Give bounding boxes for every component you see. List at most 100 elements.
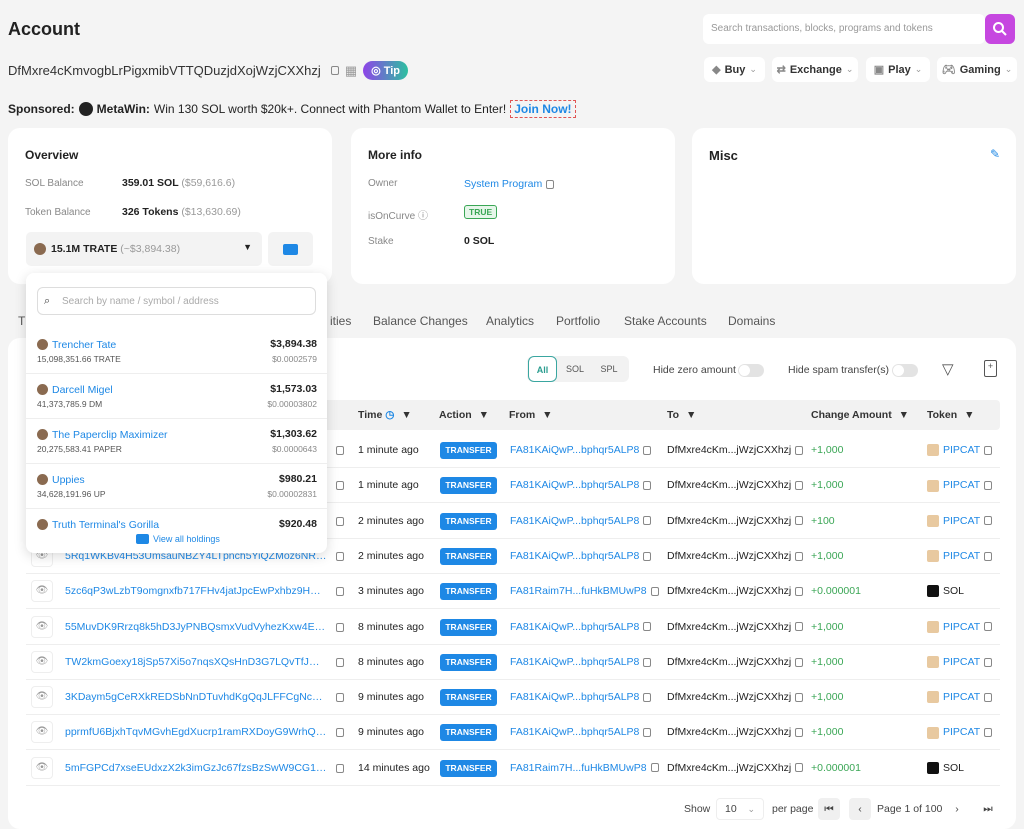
tab-portfolio[interactable]: Portfolio [556, 314, 600, 328]
signature-link[interactable]: TW2kmGoexy18jSp57Xi5o7nqsXQsHnD3G7LQvTfJ… [65, 656, 327, 668]
from-link[interactable]: FA81Raim7H...fuHkBMUwP8 [510, 762, 659, 774]
from-link[interactable]: FA81KAiQwP...bphqr5ALP8 [510, 444, 652, 456]
chevron-down-icon: ⌄ [845, 64, 854, 74]
tip-button[interactable]: ◎ Tip [363, 61, 409, 80]
copy-icon[interactable] [336, 587, 344, 597]
copy-icon[interactable] [330, 66, 339, 75]
segment-spl[interactable]: SPL [594, 356, 624, 382]
from-link[interactable]: FA81KAiQwP...bphqr5ALP8 [510, 656, 652, 668]
eye-icon[interactable]: 👁︎ [31, 580, 53, 603]
eye-icon[interactable]: 👁︎ [31, 615, 53, 638]
token-link[interactable]: SOL [927, 762, 964, 774]
eye-icon[interactable]: 👁︎ [31, 650, 53, 673]
signature-link[interactable]: pprmfU6BjxhTqvMGvhEgdXucrp1ramRXDoyG9Wrh… [65, 726, 327, 738]
hide-spam-toggle[interactable] [892, 364, 918, 377]
holdings-search-input[interactable]: Search by name / symbol / address [37, 287, 316, 315]
token-link[interactable]: PIPCAT [927, 621, 993, 633]
to-address[interactable]: DfMxre4cKm...jWzjCXXhzj [667, 585, 804, 597]
next-page-button[interactable]: › [946, 798, 968, 820]
first-page-button[interactable]: ⏮ [818, 798, 840, 820]
tab-activities[interactable]: ities [330, 314, 351, 328]
from-link[interactable]: FA81KAiQwP...bphqr5ALP8 [510, 479, 652, 491]
from-link[interactable]: FA81KAiQwP...bphqr5ALP8 [510, 515, 652, 527]
column-filter-icon[interactable]: ▼ [899, 409, 909, 421]
hide-zero-toggle[interactable] [738, 364, 764, 377]
nav-play-button[interactable]: ▣ Play ⌄ [866, 57, 930, 82]
to-address[interactable]: DfMxre4cKm...jWzjCXXhzj [667, 656, 804, 668]
nav-gaming-button[interactable]: 🎮︎ Gaming ⌄ [937, 57, 1017, 82]
token-link[interactable]: PIPCAT [927, 656, 993, 669]
to-address[interactable]: DfMxre4cKm...jWzjCXXhzj [667, 444, 804, 456]
owner-link[interactable]: System Program [464, 178, 555, 190]
column-filter-icon[interactable]: ▼ [964, 409, 974, 421]
to-address[interactable]: DfMxre4cKm...jWzjCXXhzj [667, 515, 804, 527]
global-search-input[interactable]: Search transactions, blocks, programs an… [703, 14, 985, 44]
from-link[interactable]: FA81Raim7H...fuHkBMUwP8 [510, 585, 659, 597]
nav-buy-button[interactable]: ◆ Buy ⌄ [704, 57, 765, 82]
signature-link[interactable]: 55MuvDK9Rrzq8k5hD3JyPNBQsmxVudVyhezKxw4E… [65, 621, 327, 633]
from-link[interactable]: FA81KAiQwP...bphqr5ALP8 [510, 726, 652, 738]
join-now-link[interactable]: Join Now! [510, 100, 576, 118]
token-link[interactable]: SOL [927, 585, 964, 598]
to-address[interactable]: DfMxre4cKm...jWzjCXXhzj [667, 479, 804, 491]
qr-code-icon[interactable]: ▦ [345, 63, 357, 79]
copy-icon[interactable] [336, 657, 344, 667]
copy-icon[interactable] [336, 622, 344, 632]
token-link[interactable]: PIPCAT [927, 726, 993, 739]
edit-icon[interactable]: ✎ [990, 147, 1000, 161]
copy-icon[interactable] [336, 516, 344, 526]
holding-item[interactable]: Truth Terminal's Gorilla $920.48 [26, 509, 327, 531]
filter-icon[interactable]: ▽ [942, 360, 954, 378]
copy-icon[interactable] [336, 763, 344, 773]
search-button[interactable] [985, 14, 1015, 44]
copy-icon[interactable] [336, 551, 344, 561]
prev-page-button[interactable]: ‹ [849, 798, 871, 820]
column-filter-icon[interactable]: ▼ [479, 409, 489, 421]
last-page-button[interactable]: ⏭ [977, 798, 999, 820]
token-link[interactable]: PIPCAT [927, 444, 993, 457]
token-link[interactable]: PIPCAT [927, 550, 993, 563]
token-select-dropdown[interactable]: 15.1M TRATE (~$3,894.38) ▼ [26, 232, 262, 266]
export-csv-icon[interactable]: + [984, 360, 997, 377]
copy-icon[interactable] [336, 481, 344, 491]
tab-analytics[interactable]: Analytics [486, 314, 534, 328]
tab-stake-accounts[interactable]: Stake Accounts [624, 314, 707, 328]
holding-item[interactable]: Uppies 34,628,191.96 UP $980.21 $0.00002… [26, 464, 327, 509]
eye-icon[interactable]: 👁︎ [31, 686, 53, 709]
to-address[interactable]: DfMxre4cKm...jWzjCXXhzj [667, 550, 804, 562]
copy-icon[interactable] [336, 693, 344, 703]
holding-item[interactable]: The Paperclip Maximizer 20,275,583.41 PA… [26, 419, 327, 464]
column-filter-icon[interactable]: ▼ [401, 409, 411, 421]
signature-link[interactable]: 5mFGPCd7xseEUdxzX2k3imGzJc67fzsBzSwW9CG1… [65, 762, 327, 774]
column-filter-icon[interactable]: ▼ [686, 409, 696, 421]
signature-link[interactable]: 3KDaym5gCeRXkREDSbNnDTuvhdKgQqJLFFCgNcMb… [65, 691, 327, 703]
signature-link[interactable]: 5zc6qP3wLzbT9omgnxfb717FHv4jatJpcEwPxhbz… [65, 585, 327, 597]
segment-all[interactable]: All [528, 356, 557, 382]
holding-item[interactable]: Trencher Tate 15,098,351.66 TRATE $3,894… [26, 329, 327, 374]
tab-balance-changes[interactable]: Balance Changes [373, 314, 468, 328]
copy-icon[interactable] [336, 446, 344, 455]
segment-sol[interactable]: SOL [560, 356, 590, 382]
column-filter-icon[interactable]: ▼ [542, 409, 552, 421]
tab-domains[interactable]: Domains [728, 314, 775, 328]
from-link[interactable]: FA81KAiQwP...bphqr5ALP8 [510, 621, 652, 633]
to-address[interactable]: DfMxre4cKm...jWzjCXXhzj [667, 762, 804, 774]
from-link[interactable]: FA81KAiQwP...bphqr5ALP8 [510, 691, 652, 703]
to-address[interactable]: DfMxre4cKm...jWzjCXXhzj [667, 691, 804, 703]
token-link[interactable]: PIPCAT [927, 691, 993, 704]
tab-first[interactable]: T [18, 314, 25, 328]
exchange-icon: ⇄ [776, 64, 786, 76]
holding-item[interactable]: Darcell Migel 41,373,785.9 DM $1,573.03 … [26, 374, 327, 419]
view-all-holdings-link[interactable]: View all holdings [136, 534, 220, 544]
eye-icon[interactable]: 👁︎ [31, 721, 53, 744]
to-address[interactable]: DfMxre4cKm...jWzjCXXhzj [667, 621, 804, 633]
token-link[interactable]: PIPCAT [927, 515, 993, 527]
nav-exchange-button[interactable]: ⇄ Exchange ⌄ [772, 57, 858, 82]
from-link[interactable]: FA81KAiQwP...bphqr5ALP8 [510, 550, 652, 562]
copy-icon[interactable] [336, 728, 344, 738]
eye-icon[interactable]: 👁︎ [31, 756, 53, 779]
wallet-button[interactable] [268, 232, 313, 266]
token-link[interactable]: PIPCAT [927, 479, 993, 492]
to-address[interactable]: DfMxre4cKm...jWzjCXXhzj [667, 726, 804, 738]
per-page-select[interactable]: 10 ⌄ [716, 798, 764, 820]
